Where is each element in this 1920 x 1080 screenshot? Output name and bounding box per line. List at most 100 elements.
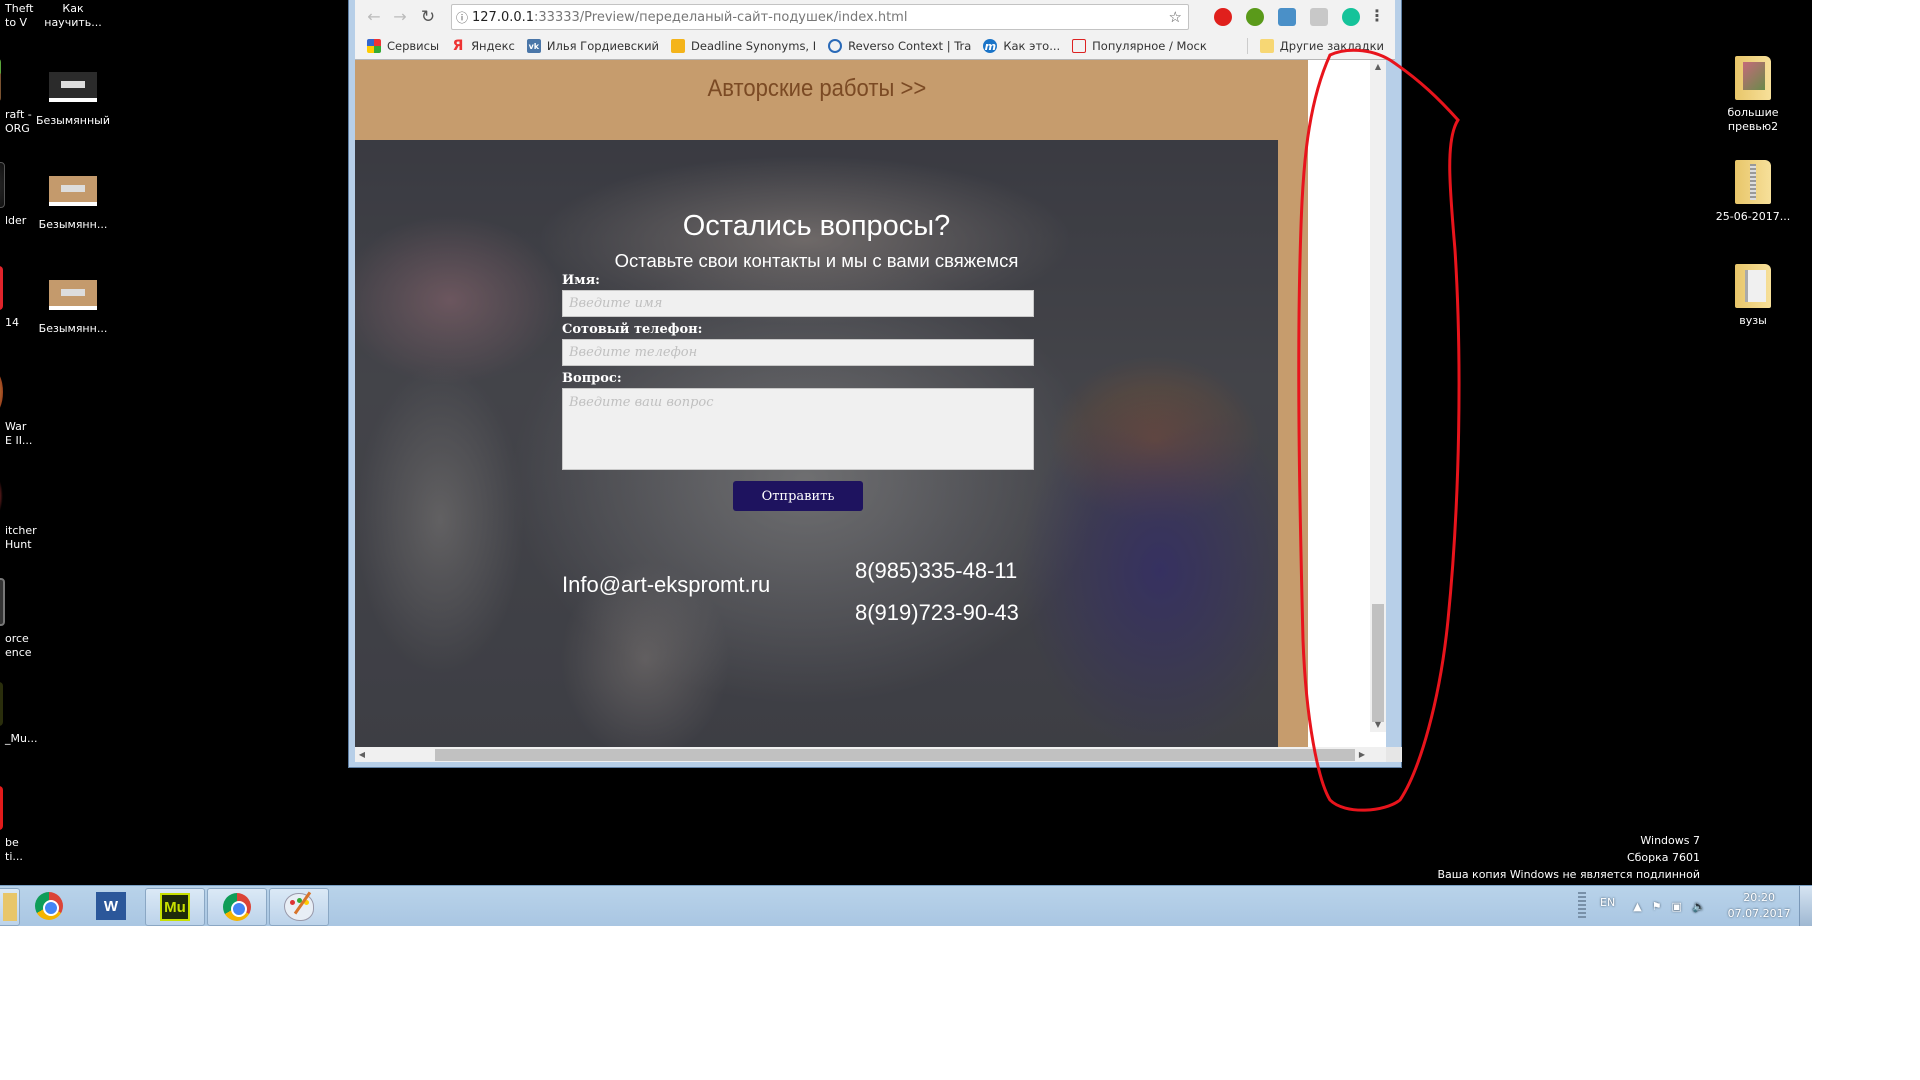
bookmark-yandex[interactable]: Я Яндекс [451, 38, 515, 54]
other-bookmarks[interactable]: Другие закладки [1259, 39, 1384, 53]
taskbar-chrome-active-button[interactable] [207, 888, 267, 926]
app-14-icon [0, 266, 3, 310]
scroll-right-arrow-icon[interactable]: ▶ [1355, 747, 1369, 762]
taskbar-muse-button[interactable]: Mu [145, 888, 205, 926]
vertical-scrollbar[interactable]: ▲ ▼ [1370, 60, 1386, 732]
chrome-icon [35, 892, 63, 920]
translate-extension-icon[interactable] [1278, 8, 1296, 26]
scroll-up-arrow-icon[interactable]: ▲ [1370, 60, 1386, 74]
scroll-down-arrow-icon[interactable]: ▼ [1370, 718, 1386, 732]
bookmark-icon [1072, 39, 1087, 53]
question-textarea[interactable] [562, 388, 1034, 470]
contact-phone-2[interactable]: 8(919)723-90-43 [855, 600, 1019, 626]
desktop-icon-muse[interactable]: _Mu... [0, 682, 45, 746]
m-icon: m [983, 39, 998, 53]
action-center-flag-icon[interactable]: ⚑ [1652, 900, 1662, 913]
vertical-scroll-thumb[interactable] [1372, 604, 1384, 722]
taskbar-paint-button[interactable] [269, 888, 329, 926]
image-thumbnail-icon [49, 280, 97, 310]
desktop-icon-witcher[interactable]: itcher Hunt [0, 474, 45, 552]
bookmark-vk[interactable]: vk Илья Гордиевский [526, 39, 659, 53]
desktop-icon-adobe[interactable]: be ti... [0, 786, 45, 864]
chrome-icon [223, 893, 251, 921]
contact-phone-1[interactable]: 8(985)335-48-11 [855, 558, 1017, 584]
desktop-icon-label: be ti... [5, 836, 23, 863]
authors-band: Авторские работы >> [355, 60, 1278, 140]
phone-label: Сотовый телефон: [562, 322, 703, 337]
question-label: Вопрос: [562, 371, 622, 386]
bookmark-kak-eto[interactable]: m Как это... [983, 39, 1060, 53]
bookmarks-separator [1246, 38, 1248, 54]
volume-icon[interactable]: 🔈 [1692, 900, 1706, 913]
authors-works-link[interactable]: Авторские работы >> [707, 75, 926, 103]
clock[interactable]: 20:20 07.07.2017 [1728, 890, 1791, 922]
desktop-icon-zip-archive[interactable]: 25-06-2017... [1708, 160, 1798, 224]
chrome-menu-icon[interactable]: ⋮ [1369, 6, 1385, 25]
desktop-icon-label: Безымянн... [38, 218, 108, 231]
desktop-icon-bezymyanny-1[interactable]: Безымянный [28, 62, 118, 128]
contact-subtitle: Оставьте свои контакты и мы с вами свяже… [614, 250, 1019, 271]
taskbar-chrome-button[interactable] [20, 888, 78, 924]
desktop-icon-bezymyanny-2[interactable]: Безымянн... [28, 166, 118, 232]
desktop-icon-total-war[interactable]: War E II... [0, 370, 45, 448]
bookmark-star-icon[interactable]: ☆ [1169, 8, 1182, 26]
taskbar-explorer-button[interactable] [0, 888, 20, 926]
desktop-icon-geforce[interactable]: orce ence [0, 578, 45, 660]
bookmark-populyarnoe[interactable]: Популярное / Моск [1072, 39, 1207, 53]
browser-window: ← → ↻ ⓘ 127.0.0.1:33333/Preview/передела… [348, 0, 1402, 768]
total-war-icon [0, 370, 3, 414]
forward-button[interactable]: → [389, 7, 411, 26]
desktop-icon-bolshie-prevyu[interactable]: большие превью2 [1708, 56, 1798, 134]
show-desktop-button[interactable] [1799, 886, 1812, 926]
desktop-icon-kak-nauchit[interactable]: Как научить... [28, 2, 118, 30]
deadline-icon [671, 39, 686, 53]
taskbar-word-button[interactable]: W [82, 888, 140, 924]
scroll-left-arrow-icon[interactable]: ◀ [355, 747, 369, 762]
desktop-icon-bezymyanny-3[interactable]: Безымянн... [28, 270, 118, 336]
overflow-tan-strip [1278, 60, 1308, 747]
word-icon: W [96, 892, 126, 920]
folder-icon [1259, 39, 1274, 53]
horizontal-scrollbar[interactable]: ◀ ▶ [355, 747, 1402, 762]
explorer-icon [3, 893, 17, 921]
browser-toolbar: ← → ↻ ⓘ 127.0.0.1:33333/Preview/передела… [355, 0, 1395, 33]
windows-watermark-line2: Сборка 7601 [1626, 851, 1700, 864]
windows-watermark-line1: Windows 7 [1640, 834, 1700, 847]
desktop-icon-label: War E II... [5, 420, 33, 447]
paint-icon [284, 893, 314, 921]
opera-extension-icon[interactable] [1214, 8, 1232, 26]
back-button[interactable]: ← [363, 7, 385, 26]
apps-icon [367, 39, 381, 53]
witcher-icon [0, 474, 3, 518]
dropbox-extension-icon[interactable] [1310, 8, 1328, 26]
bookmarks-bar: Сервисы Я Яндекс vk Илья Гордиевский Deadl… [355, 33, 1395, 60]
name-label: Имя: [562, 273, 600, 288]
language-indicator[interactable]: EN [1600, 896, 1615, 909]
reload-button[interactable]: ↻ [417, 7, 439, 27]
bookmark-reverso[interactable]: Reverso Context | Tra [828, 39, 971, 53]
submit-button[interactable]: Отправить [733, 481, 863, 511]
taskbar: W Mu EN ▲ ⚑ ▣ 🔈 20:20 07.07.2017 [0, 885, 1812, 926]
desktop-icon-label: 25-06-2017... [1715, 210, 1791, 223]
show-hidden-icons-icon[interactable]: ▲ [1633, 900, 1641, 913]
contact-email[interactable]: Info@art-ekspromt.ru [562, 572, 770, 598]
folder-icon [1735, 264, 1771, 308]
page-viewport: Авторские работы >> Остались вопросы? Ос… [355, 60, 1386, 747]
minecraft-icon [0, 58, 1, 102]
grammarly-extension-icon[interactable] [1342, 8, 1360, 26]
network-icon[interactable]: ▣ [1672, 900, 1682, 913]
desktop-icon-vuzy[interactable]: вузы [1708, 264, 1798, 328]
adblock-extension-icon[interactable] [1246, 8, 1264, 26]
yandex-icon: Я [452, 38, 464, 54]
phone-input[interactable] [562, 339, 1034, 366]
contact-section-background: Остались вопросы? Оставьте свои контакты… [355, 140, 1278, 747]
horizontal-scroll-thumb[interactable] [435, 749, 1355, 761]
bookmark-deadline[interactable]: Deadline Synonyms, I [671, 39, 816, 53]
desktop-icon-label: вузы [1739, 314, 1767, 327]
address-bar[interactable]: ⓘ 127.0.0.1:33333/Preview/переделаный-са… [451, 4, 1189, 30]
contact-title: Остались вопросы? [682, 210, 951, 242]
site-info-icon[interactable]: ⓘ [452, 9, 472, 26]
bookmark-services[interactable]: Сервисы [367, 39, 439, 53]
name-input[interactable] [562, 290, 1034, 317]
clock-date: 07.07.2017 [1727, 907, 1791, 920]
